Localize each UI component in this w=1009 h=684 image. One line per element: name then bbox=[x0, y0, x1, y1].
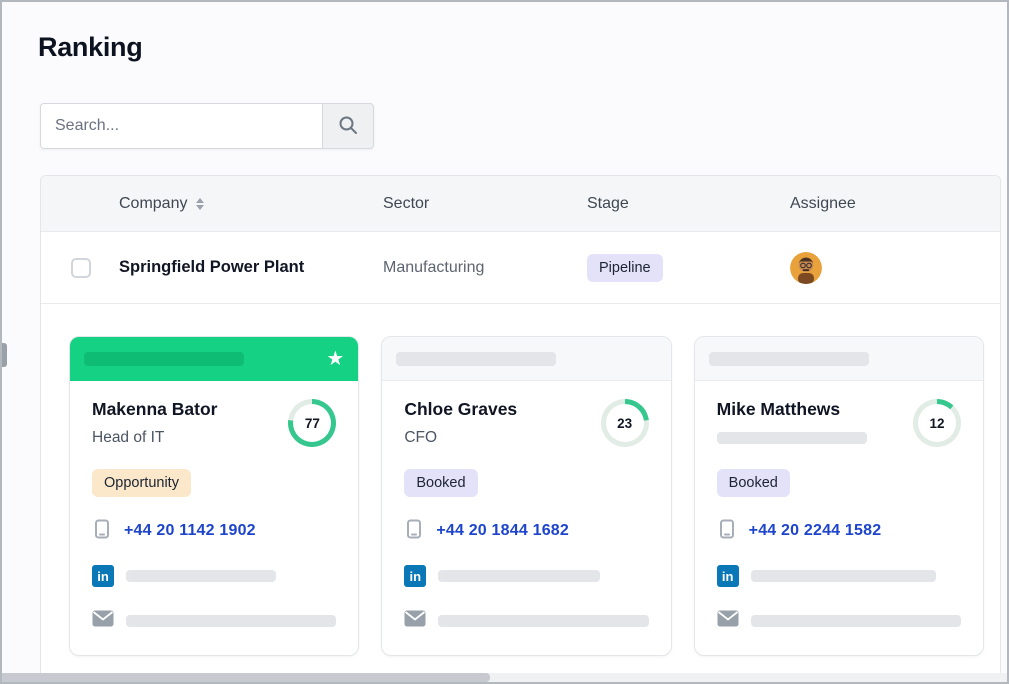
contact-card: ★ Makenna Bator Head of IT 77 Opportunit… bbox=[69, 336, 359, 656]
email-skeleton bbox=[438, 615, 648, 627]
contact-card: Mike Matthews 12 Booked +44 20 2244 1582… bbox=[694, 336, 984, 656]
search-input[interactable] bbox=[40, 103, 322, 149]
linkedin-icon[interactable]: in bbox=[404, 565, 426, 587]
email-icon[interactable] bbox=[92, 610, 114, 632]
stage-badge: Pipeline bbox=[587, 254, 663, 282]
row-checkbox[interactable] bbox=[71, 258, 91, 278]
phone-link[interactable]: +44 20 1844 1682 bbox=[436, 522, 569, 540]
phone-icon bbox=[92, 519, 112, 544]
email-icon[interactable] bbox=[717, 610, 739, 632]
phone-link[interactable]: +44 20 1142 1902 bbox=[124, 522, 256, 540]
score-ring: 23 bbox=[601, 399, 649, 447]
email-skeleton bbox=[126, 615, 336, 627]
phone-icon bbox=[717, 519, 737, 544]
contact-name: Mike Matthews bbox=[717, 399, 867, 420]
header-skeleton bbox=[709, 352, 869, 366]
page-title: Ranking bbox=[38, 32, 1007, 63]
card-body: Mike Matthews 12 Booked +44 20 2244 1582… bbox=[695, 381, 983, 632]
card-header bbox=[695, 337, 983, 381]
card-header bbox=[382, 337, 670, 381]
phone-link[interactable]: +44 20 2244 1582 bbox=[749, 522, 882, 540]
avatar-image bbox=[790, 252, 822, 284]
email-icon[interactable] bbox=[404, 610, 426, 632]
phone-icon bbox=[404, 519, 424, 544]
status-badge: Booked bbox=[717, 469, 790, 497]
email-skeleton bbox=[751, 615, 961, 627]
app-window: { "page": { "title": "Ranking" }, "searc… bbox=[0, 0, 1009, 684]
horizontal-scrollbar bbox=[2, 673, 1007, 682]
sort-icon[interactable] bbox=[196, 198, 204, 210]
search-icon bbox=[337, 114, 359, 139]
search-bar bbox=[40, 103, 374, 149]
left-scroll-nub[interactable] bbox=[2, 343, 7, 367]
sector-value: Manufacturing bbox=[383, 259, 587, 277]
star-icon[interactable]: ★ bbox=[326, 349, 344, 369]
contact-card: Chloe Graves CFO 23 Booked +44 20 1844 1… bbox=[381, 336, 671, 656]
score-ring: 77 bbox=[288, 399, 336, 447]
score-ring: 12 bbox=[913, 399, 961, 447]
linkedin-skeleton bbox=[751, 570, 936, 582]
column-header-company[interactable]: Company bbox=[119, 195, 383, 213]
column-header-stage: Stage bbox=[587, 195, 790, 213]
card-header: ★ bbox=[70, 337, 358, 381]
companies-table: Company Sector Stage Assignee Springfiel… bbox=[40, 175, 1001, 680]
header-skeleton bbox=[84, 352, 244, 366]
contact-name: Chloe Graves bbox=[404, 399, 517, 420]
table-row[interactable]: Springfield Power Plant Manufacturing Pi… bbox=[41, 232, 1000, 304]
contact-name: Makenna Bator bbox=[92, 399, 217, 420]
scrollbar-thumb[interactable] bbox=[2, 673, 490, 682]
column-header-assignee: Assignee bbox=[790, 195, 1000, 213]
status-badge: Opportunity bbox=[92, 469, 191, 497]
linkedin-skeleton bbox=[126, 570, 276, 582]
column-header-sector: Sector bbox=[383, 195, 587, 213]
linkedin-skeleton bbox=[438, 570, 600, 582]
header-skeleton bbox=[396, 352, 556, 366]
linkedin-icon[interactable]: in bbox=[92, 565, 114, 587]
score-value: 77 bbox=[293, 404, 331, 442]
contact-role: Head of IT bbox=[92, 429, 217, 447]
contact-role: CFO bbox=[404, 429, 517, 447]
table-header-row: Company Sector Stage Assignee bbox=[41, 176, 1000, 232]
card-body: Makenna Bator Head of IT 77 Opportunity … bbox=[70, 381, 358, 632]
score-value: 23 bbox=[606, 404, 644, 442]
card-body: Chloe Graves CFO 23 Booked +44 20 1844 1… bbox=[382, 381, 670, 632]
company-name: Springfield Power Plant bbox=[119, 258, 383, 277]
role-skeleton bbox=[717, 432, 867, 444]
column-header-company-label: Company bbox=[119, 195, 187, 213]
contact-cards-section: ★ Makenna Bator Head of IT 77 Opportunit… bbox=[41, 304, 1000, 680]
assignee-avatar bbox=[790, 252, 822, 284]
score-value: 12 bbox=[918, 404, 956, 442]
search-button[interactable] bbox=[322, 103, 374, 149]
linkedin-icon[interactable]: in bbox=[717, 565, 739, 587]
status-badge: Booked bbox=[404, 469, 477, 497]
